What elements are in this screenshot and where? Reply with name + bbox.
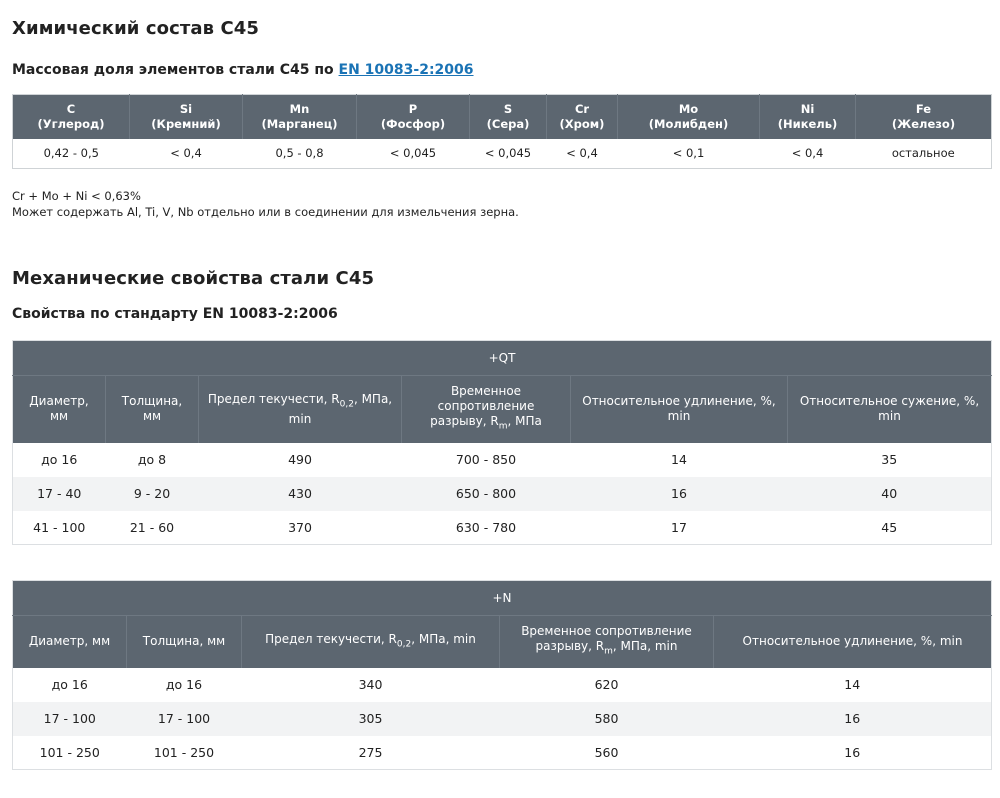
note-additives: Может содержать Al, Ti, V, Nb отдельно и… bbox=[12, 205, 519, 219]
qt-cell: 370 bbox=[288, 519, 312, 535]
chem-values-row: 0,42 - 0,5 < 0,4 0,5 - 0,8 < 0,045 < 0,0… bbox=[13, 139, 992, 169]
chem-value: < 0,1 bbox=[672, 146, 705, 161]
n-cell: до 16 bbox=[165, 677, 203, 692]
qt-cell: до 8 bbox=[137, 452, 167, 467]
mech-title: Механические свойства стали С45 bbox=[12, 268, 375, 289]
mech-subtitle: Свойства по стандарту EN 10083-2:2006 bbox=[12, 306, 338, 322]
n-header-tensile: Временное сопротивление разрыву, Rm, МПа… bbox=[499, 615, 714, 668]
qt-cell: 17 - 40 bbox=[12, 476, 106, 511]
chem-table: C (Углерод) Si (Кремний) Mn (Марганец) P (Фо… bbox=[12, 94, 992, 169]
n-cell: 101 - 250 bbox=[153, 744, 215, 760]
qt-cell: 430 bbox=[198, 476, 402, 511]
qt-header-diameter: Диаметр, мм bbox=[12, 375, 106, 443]
n-cell: 14 bbox=[844, 677, 861, 692]
n-cell: до 16 bbox=[51, 677, 88, 692]
chem-header-fe: Fe (Железо) bbox=[855, 94, 992, 139]
qt-cell: 16 bbox=[570, 476, 788, 511]
chem-title: Химический состав С45 bbox=[12, 18, 260, 39]
qt-cell: 9 - 20 bbox=[105, 476, 199, 511]
chem-value: < 0,045 bbox=[484, 146, 532, 161]
n-header-row: Диаметр, мм Толщина, мм Предел текучести… bbox=[12, 615, 992, 668]
qt-cell: до 16 bbox=[41, 452, 78, 467]
table-row: 41 - 100 21 - 60 370 630 - 780 17 45 bbox=[13, 511, 992, 545]
table-row: до 16 до 8 490 700 - 850 14 35 bbox=[13, 443, 992, 477]
qt-cell: 700 - 850 bbox=[455, 452, 517, 467]
n-cell: 340 bbox=[358, 677, 383, 692]
chem-subtitle: Массовая доля элементов стали С45 по EN … bbox=[12, 62, 474, 78]
qt-cell: 630 - 780 bbox=[455, 519, 517, 535]
table-row: до 16 до 16 340 620 14 bbox=[13, 668, 992, 702]
qt-header-elongation: Относительное удлинение, %, min bbox=[570, 375, 788, 443]
qt-table: +QT Диаметр, мм Толщина, мм Предел текуч… bbox=[12, 340, 992, 545]
chem-header-mo: Mo (Молибден) bbox=[617, 94, 760, 139]
qt-cell: 490 bbox=[288, 452, 312, 467]
qt-header-thickness: Толщина, мм bbox=[105, 375, 199, 443]
n-header-diameter: Диаметр, мм bbox=[12, 615, 127, 668]
qt-cell: 41 - 100 bbox=[33, 519, 86, 535]
chem-header-s: S (Сера) bbox=[469, 94, 547, 139]
qt-cell: 14 bbox=[671, 452, 687, 467]
n-cell: 305 bbox=[241, 701, 500, 736]
chem-header-cr: Cr (Хром) bbox=[546, 94, 618, 139]
page: Химический состав С45 Массовая доля элем… bbox=[0, 0, 1000, 798]
chem-header-mn: Mn (Марганец) bbox=[242, 94, 357, 139]
qt-header-yield: Предел текучести, R0,2, МПа, min bbox=[198, 375, 402, 443]
n-group-label: +N bbox=[12, 580, 992, 616]
n-cell: 101 - 250 bbox=[39, 744, 100, 760]
qt-cell: 650 - 800 bbox=[401, 476, 571, 511]
chem-value: 0,42 - 0,5 bbox=[43, 146, 99, 161]
n-cell: 560 bbox=[594, 744, 619, 760]
n-cell: 275 bbox=[358, 744, 383, 760]
chem-value: < 0,045 bbox=[389, 146, 437, 161]
chem-header-ni: Ni (Никель) bbox=[759, 94, 856, 139]
qt-header-tensile: Временное сопротивление разрыву, Rm, МПа bbox=[401, 375, 571, 443]
n-table: +N Диаметр, мм Толщина, мм Предел текуче… bbox=[12, 580, 992, 770]
n-header-yield: Предел текучести, R0,2, МПа, min bbox=[241, 615, 500, 668]
n-cell: 17 - 100 bbox=[126, 701, 242, 736]
qt-cell: 17 bbox=[671, 519, 687, 535]
chem-header-c: C (Углерод) bbox=[12, 94, 130, 139]
chem-subtitle-text: Массовая доля элементов стали С45 по bbox=[12, 62, 339, 78]
qt-group-row: +QT bbox=[12, 340, 992, 376]
table-row: 101 - 250 101 - 250 275 560 16 bbox=[13, 736, 992, 770]
n-cell: 17 - 100 bbox=[12, 701, 127, 736]
n-cell: 580 bbox=[499, 701, 714, 736]
note-sum: Cr + Mo + Ni < 0,63% bbox=[12, 189, 141, 203]
chem-header-row: C (Углерод) Si (Кремний) Mn (Марганец) P (Фо… bbox=[12, 94, 992, 139]
n-header-elongation: Относительное удлинение, %, min bbox=[713, 615, 992, 668]
n-cell: 620 bbox=[594, 677, 619, 692]
standard-link[interactable]: EN 10083-2:2006 bbox=[339, 62, 474, 78]
qt-cell: 21 - 60 bbox=[129, 519, 175, 535]
table-row: 17 - 40 9 - 20 430 650 - 800 16 40 bbox=[12, 476, 992, 511]
qt-header-row: Диаметр, мм Толщина, мм Предел текучести… bbox=[12, 375, 992, 443]
table-row: 17 - 100 17 - 100 305 580 16 bbox=[12, 701, 992, 736]
chem-value: < 0,4 bbox=[566, 146, 598, 161]
n-header-thickness: Толщина, мм bbox=[126, 615, 242, 668]
chem-value: < 0,4 bbox=[791, 146, 824, 161]
qt-cell: 35 bbox=[881, 452, 898, 467]
qt-cell: 45 bbox=[881, 519, 898, 535]
chem-value: 0,5 - 0,8 bbox=[275, 146, 324, 161]
chem-value: < 0,4 bbox=[170, 146, 202, 161]
qt-group-label: +QT bbox=[12, 340, 992, 376]
chem-value: остальное bbox=[891, 146, 955, 161]
chem-header-si: Si (Кремний) bbox=[129, 94, 243, 139]
qt-header-reduction: Относительное сужение, %, min bbox=[787, 375, 992, 443]
n-cell: 16 bbox=[713, 701, 992, 736]
chem-header-p: P (Фосфор) bbox=[356, 94, 470, 139]
n-group-row: +N bbox=[12, 580, 992, 616]
n-cell: 16 bbox=[844, 744, 861, 760]
qt-cell: 40 bbox=[787, 476, 992, 511]
